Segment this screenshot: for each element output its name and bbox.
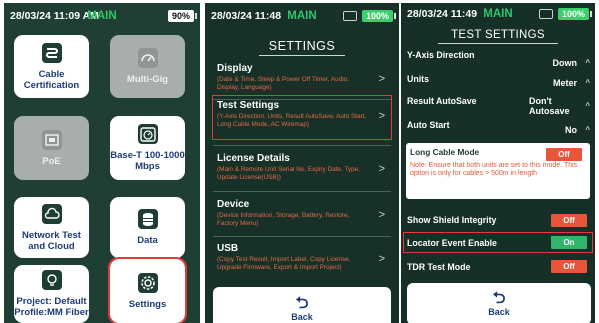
menu-item-label: USB [217, 243, 239, 254]
setting-auto-start[interactable]: Auto Start No ^ [407, 120, 591, 140]
divider [213, 145, 391, 146]
menu-item-desc: (Device Information, Storage, Battery, R… [217, 212, 350, 227]
menu-item-desc: (Copy Test Result, Import Label, Copy Li… [217, 256, 351, 271]
menu-item-display[interactable]: Display (Date & Time, Sleep & Power Off … [213, 59, 391, 97]
divider [213, 236, 391, 237]
page-title: SETTINGS [268, 39, 336, 53]
menu-item-label: License Details [217, 153, 290, 164]
long-cable-toggle[interactable]: Off [546, 148, 582, 161]
tile-label: Multi-Gig [126, 74, 169, 85]
status-time: 28/03/24 11:09 AM [10, 10, 99, 22]
battery-indicator: 100% [557, 8, 593, 20]
tile-label: Project: Default Profile:MM Fiber [14, 296, 89, 318]
back-arrow-icon: ⮌ [492, 290, 506, 307]
setting-label: Locator Event Enable [407, 238, 497, 248]
divider [213, 191, 391, 192]
tile-cable-certification[interactable]: Cable Certification [14, 35, 89, 98]
setting-value: Don't Autosave [529, 96, 570, 116]
setting-units[interactable]: Units Meter ^ [407, 74, 591, 96]
menu-item-desc: (Date & Time, Sleep & Power Off Timer, A… [217, 76, 350, 91]
chevron-right-icon: > [378, 163, 385, 175]
tile-base-t[interactable]: Base-T 100-1000 Mbps [110, 116, 185, 180]
setting-label: Auto Start [407, 120, 450, 130]
cloud-icon [41, 203, 62, 224]
chevron-right-icon: > [378, 209, 385, 221]
setting-value: Down [552, 58, 578, 68]
speedometer-icon [137, 124, 158, 144]
back-button[interactable]: ⮌ Back [213, 287, 391, 323]
main-menu-screen: 28/03/24 11:09 AM MAIN 90% Cable Certifi… [4, 3, 200, 323]
back-button[interactable]: ⮌ Back [407, 283, 591, 323]
setting-label: Y-Axis Direction [407, 50, 475, 60]
menu-item-desc: (Y-Axis Direction, Units, Result AutoSav… [217, 113, 367, 128]
cable-icon [41, 42, 62, 63]
back-label: Back [488, 307, 510, 317]
database-icon [137, 209, 158, 229]
tile-label: PoE [42, 155, 61, 167]
status-bar: 28/03/24 11:09 AM MAIN 90% [4, 3, 200, 29]
menu-item-license[interactable]: License Details (Main & Remote Unit Seri… [213, 149, 391, 189]
title-underline [259, 55, 345, 56]
menu-item-device[interactable]: Device (Device Information, Storage, Bat… [213, 195, 391, 233]
lightbulb-icon [41, 270, 62, 290]
menu-item-label: Device [217, 199, 250, 210]
chevron-right-icon: > [378, 253, 385, 265]
shield-integrity-toggle[interactable]: Off [551, 214, 587, 227]
title-underline [438, 43, 558, 44]
chevron-up-icon: ^ [585, 78, 590, 87]
menu-item-label: Display [217, 63, 253, 74]
setting-label: Units [407, 74, 429, 84]
menu-item-usb[interactable]: USB (Copy Test Result, Import Label, Cop… [213, 239, 391, 281]
tile-label: Network Test and Cloud [22, 229, 81, 252]
battery-indicator: 100% [361, 10, 397, 22]
settings-screen: 28/03/24 11:48 MAIN 100% SETTINGS Displa… [205, 3, 399, 323]
locator-event-toggle[interactable]: On [551, 236, 587, 249]
tile-poe[interactable]: PoE [14, 116, 89, 180]
tile-label: Settings [128, 298, 167, 310]
tile-settings[interactable]: Settings [108, 257, 187, 323]
menu-item-label: Test Settings [217, 100, 280, 111]
tile-label: Cable Certification [23, 68, 80, 91]
chevron-up-icon: ^ [585, 58, 590, 67]
screenshot-root: 28/03/24 11:09 AM MAIN 90% Cable Certifi… [0, 0, 599, 323]
menu-item-desc: (Main & Remote Unit Serial No, Expiry Da… [217, 166, 361, 181]
tdr-test-mode-toggle[interactable]: Off [551, 260, 587, 273]
tile-data[interactable]: Data [110, 197, 185, 258]
long-cable-note: Note: Ensure that both units are set to … [410, 162, 578, 177]
setting-label: Result AutoSave [407, 96, 477, 106]
chevron-right-icon: > [378, 73, 385, 85]
chevron-right-icon: > [378, 110, 385, 122]
setting-value: Meter [552, 78, 577, 88]
chevron-up-icon: ^ [585, 101, 590, 110]
tile-label: Data [137, 235, 158, 246]
battery-indicator: 90% [167, 10, 198, 22]
status-time: 28/03/24 11:48 [211, 10, 282, 22]
charging-icon [538, 9, 553, 19]
tile-project[interactable]: Project: Default Profile:MM Fiber [14, 265, 89, 323]
tile-label: Base-T 100-1000 Mbps [110, 150, 185, 172]
status-bar: 28/03/24 11:48 MAIN 100% [205, 3, 399, 29]
ethernet-port-icon [41, 129, 62, 150]
gear-icon [137, 272, 158, 293]
menu-item-test-settings[interactable]: Test Settings (Y-Axis Direction, Units, … [212, 95, 392, 140]
setting-value: No [565, 125, 577, 135]
tile-network-test[interactable]: Network Test and Cloud [14, 197, 89, 258]
charging-icon [342, 11, 357, 21]
chevron-up-icon: ^ [585, 125, 590, 134]
setting-label: Show Shield Integrity [407, 215, 497, 225]
test-settings-screen: 28/03/24 11:49 MAIN 100% TEST SETTINGS Y… [401, 3, 595, 323]
status-time: 28/03/24 11:49 [407, 8, 478, 20]
tile-multi-gig[interactable]: Multi-Gig [110, 35, 185, 98]
long-cable-mode-card: Long Cable Mode Note: Ensure that both u… [406, 143, 590, 199]
gauge-icon [137, 48, 158, 68]
back-label: Back [291, 312, 313, 322]
setting-label: TDR Test Mode [407, 262, 471, 272]
setting-y-axis-direction[interactable]: Y-Axis Direction Down ^ [407, 50, 591, 72]
back-arrow-icon: ⮌ [295, 295, 309, 312]
setting-result-autosave[interactable]: Result AutoSave Don't Autosave ^ [407, 96, 591, 120]
status-bar: 28/03/24 11:49 MAIN 100% [401, 3, 595, 25]
page-title: TEST SETTINGS [451, 29, 545, 41]
